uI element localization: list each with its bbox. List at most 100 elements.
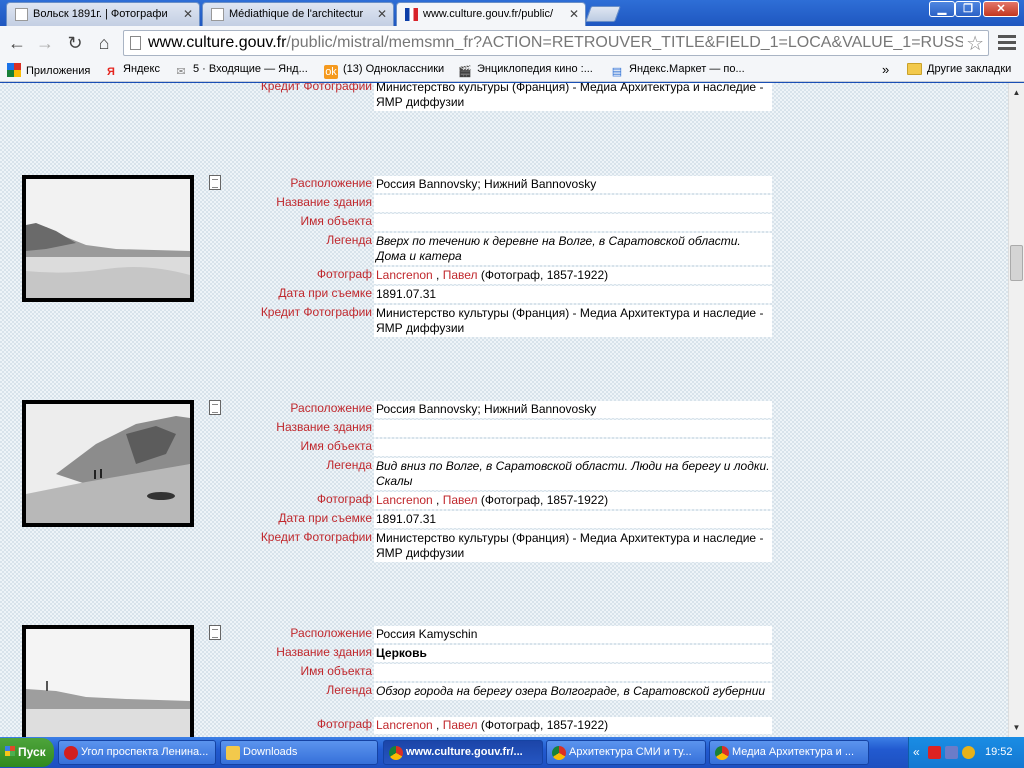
photographer-name-link[interactable]: Павел (443, 718, 478, 732)
reload-icon[interactable]: ↻ (62, 31, 88, 55)
object-value (374, 214, 772, 231)
photo-thumbnail[interactable] (22, 400, 194, 527)
tray-expand-icon[interactable]: « (913, 745, 920, 759)
legend-value: Обзор города на берегу озера Волгограде,… (374, 683, 772, 700)
field-label: Легенда (326, 233, 372, 247)
field-label: Фотограф (316, 267, 372, 281)
browser-toolbar: ← → ↻ ⌂ www.culture.gouv.fr/public/mistr… (0, 26, 1024, 60)
clock: 19:52 (985, 746, 1013, 758)
home-icon[interactable]: ⌂ (91, 31, 117, 55)
field-label: Имя объекта (300, 439, 372, 453)
address-bar[interactable]: www.culture.gouv.fr/public/mistral/memsm… (123, 30, 989, 56)
task-label: Downloads (243, 746, 298, 758)
date-value: 1891.07.31 (374, 511, 772, 528)
photo-town-shore-image (26, 629, 190, 737)
bookmark-other-folder[interactable]: Другие закладки (907, 63, 1011, 75)
separator: , (432, 493, 443, 507)
start-button[interactable]: Пуск (0, 738, 54, 767)
system-tray: « 19:52 (908, 737, 1024, 768)
document-icon[interactable] (209, 625, 221, 640)
scroll-up-arrow-icon[interactable]: ▲ (1009, 85, 1024, 100)
vertical-scrollbar[interactable]: ▲ ▼ (1008, 83, 1024, 737)
bookmark-odnoklassniki[interactable]: ok (13) Одноклассники (324, 63, 444, 79)
object-value (374, 439, 772, 456)
tab-culture-gouv[interactable]: www.culture.gouv.fr/public/ ✕ (396, 2, 586, 27)
url-host: www.culture.gouv.fr (148, 34, 287, 51)
bookmark-yandex[interactable]: Я Яндекс (104, 63, 160, 79)
photo-thumbnail[interactable] (22, 175, 194, 302)
photographer-details: (Фотограф, 1857-1922) (477, 268, 609, 282)
antivirus-icon[interactable] (928, 746, 941, 759)
photographer-surname-link[interactable]: Lancrenon (376, 268, 433, 282)
field-label: Дата при съемке (278, 511, 372, 525)
document-icon[interactable] (209, 400, 221, 415)
bookmark-yandex-mail[interactable]: ✉ 5 · Входящие — Янд... (174, 63, 308, 79)
field-label: Расположение (290, 176, 372, 190)
chrome-icon (552, 746, 566, 760)
location-value: Россия Kamyschin (374, 626, 772, 643)
forward-arrow-icon[interactable]: → (32, 31, 58, 55)
back-arrow-icon[interactable]: ← (4, 31, 30, 55)
bookmark-kino[interactable]: 🎬 Энциклопедия кино :... (458, 63, 593, 79)
close-tab-icon[interactable]: ✕ (377, 7, 387, 21)
separator: , (432, 718, 443, 732)
separator: , (432, 268, 443, 282)
photographer-value: Lancrenon , Павел (Фотограф, 1857-1922) (374, 717, 772, 734)
bookmarks-overflow-button[interactable]: » (882, 62, 889, 77)
minimize-button[interactable]: ▁ (929, 1, 955, 17)
legend-value: Вверх по течению к деревне на Волге, в С… (374, 233, 772, 265)
task-chrome-media[interactable]: Медиа Архитектура и ... (709, 740, 869, 765)
photo-cliffs-image (26, 404, 190, 523)
photographer-name-link[interactable]: Павел (443, 268, 478, 282)
url-path: /public/mistral/memsmn_fr?ACTION=RETROUV… (286, 34, 963, 51)
location-value: Россия Bannovsky; Нижний Bannovosky (374, 176, 772, 193)
bookmark-label: 5 · Входящие — Янд... (193, 63, 308, 75)
bookmarks-bar: Приложения Я Яндекс ✉ 5 · Входящие — Янд..… (0, 60, 1024, 82)
scroll-down-arrow-icon[interactable]: ▼ (1009, 720, 1024, 735)
bookmark-label: Другие закладки (927, 63, 1012, 75)
task-label: Архитектура СМИ и ту... (569, 746, 692, 758)
page-favicon-icon (15, 8, 28, 21)
building-value (374, 195, 772, 212)
url-text[interactable]: www.culture.gouv.fr/public/mistral/memsm… (148, 34, 963, 52)
tab-label: Вольск 1891г. | Фотографи (33, 8, 168, 20)
bookmark-star-icon[interactable]: ☆ (966, 31, 984, 56)
credit-value: Министерство культуры (Франция) - Медиа … (374, 83, 772, 111)
photo-riverbank-image (26, 179, 190, 298)
taskbar: Пуск Угол проспекта Ленина... Downloads … (0, 737, 1024, 768)
task-chrome-culture[interactable]: www.culture.gouv.fr/... (383, 740, 543, 765)
building-value: Церковь (374, 645, 772, 662)
network-icon[interactable] (945, 746, 958, 759)
bookmark-label: (13) Одноклассники (343, 63, 445, 75)
bookmark-label: Яндекс (123, 63, 160, 75)
yandex-icon: Я (107, 66, 115, 78)
tab-volsk[interactable]: Вольск 1891г. | Фотографи ✕ (6, 2, 200, 26)
french-flag-icon (405, 8, 418, 21)
field-label: Имя объекта (300, 214, 372, 228)
new-tab-button[interactable] (585, 6, 621, 22)
photographer-name-link[interactable]: Павел (443, 493, 478, 507)
document-icon[interactable] (209, 175, 221, 190)
scrollbar-thumb[interactable] (1010, 245, 1023, 281)
menu-icon[interactable] (996, 32, 1018, 52)
building-value (374, 420, 772, 437)
close-tab-icon[interactable]: ✕ (569, 7, 579, 21)
field-label: Фотограф (316, 492, 372, 506)
task-downloads[interactable]: Downloads (220, 740, 378, 765)
bookmark-yandex-market[interactable]: ▤ Яндекс.Маркет — по... (610, 63, 745, 79)
photographer-surname-link[interactable]: Lancrenon (376, 718, 433, 732)
bookmark-apps[interactable]: Приложения (7, 63, 90, 77)
credit-value: Министерство культуры (Франция) - Медиа … (374, 305, 772, 337)
task-opera[interactable]: Угол проспекта Ленина... (58, 740, 216, 765)
tab-mediatheque[interactable]: Médiathique de l'architectur ✕ (202, 2, 394, 26)
users-icon[interactable] (962, 746, 975, 759)
close-window-button[interactable]: ✕ (983, 1, 1019, 17)
photographer-surname-link[interactable]: Lancrenon (376, 493, 433, 507)
folder-icon (226, 746, 240, 760)
close-tab-icon[interactable]: ✕ (183, 7, 193, 21)
field-label: Имя объекта (300, 664, 372, 678)
maximize-button[interactable]: ❐ (955, 1, 981, 17)
task-chrome-architecture[interactable]: Архитектура СМИ и ту... (546, 740, 706, 765)
credit-value: Министерство культуры (Франция) - Медиа … (374, 530, 772, 562)
photo-thumbnail[interactable] (22, 625, 194, 737)
